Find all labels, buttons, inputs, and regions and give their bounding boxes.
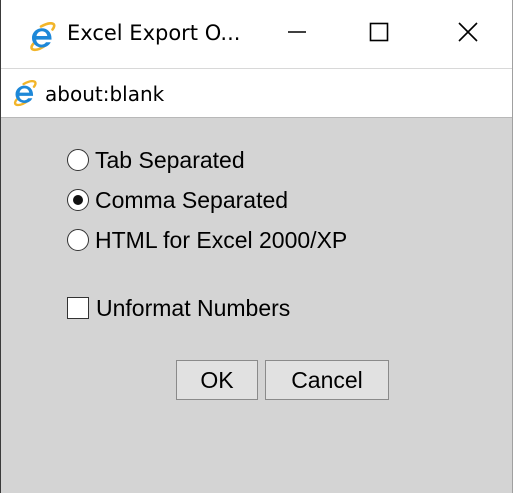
unformat-numbers-option[interactable]: Unformat Numbers [67,293,290,323]
radio-comma-separated[interactable] [67,189,89,211]
ie-icon [11,80,38,107]
option-label: Tab Separated [95,146,245,173]
cancel-button[interactable]: Cancel [265,360,389,400]
ie-icon [27,22,57,52]
unformat-numbers-label: Unformat Numbers [96,294,291,321]
unformat-numbers-checkbox[interactable] [67,297,89,319]
address-bar: about:blank [1,68,512,118]
maximize-icon [369,22,389,47]
option-html-excel[interactable]: HTML for Excel 2000/XP [67,225,347,255]
maximize-button[interactable] [339,0,419,68]
close-icon [457,21,479,48]
dialog-window: Excel Export O... about:blank Tab Separa… [0,0,513,493]
close-button[interactable] [428,0,508,68]
option-comma-separated[interactable]: Comma Separated [67,185,288,215]
minimize-icon [287,22,307,47]
title-bar[interactable]: Excel Export O... [1,0,512,68]
option-tab-separated[interactable]: Tab Separated [67,145,245,175]
option-label: Comma Separated [95,186,289,213]
radio-tab-separated[interactable] [67,149,89,171]
window-title: Excel Export O... [67,21,241,45]
option-label: HTML for Excel 2000/XP [95,226,348,253]
radio-html-excel[interactable] [67,229,89,251]
ok-button[interactable]: OK [176,360,258,400]
minimize-button[interactable] [257,0,337,68]
address-url: about:blank [45,82,165,106]
